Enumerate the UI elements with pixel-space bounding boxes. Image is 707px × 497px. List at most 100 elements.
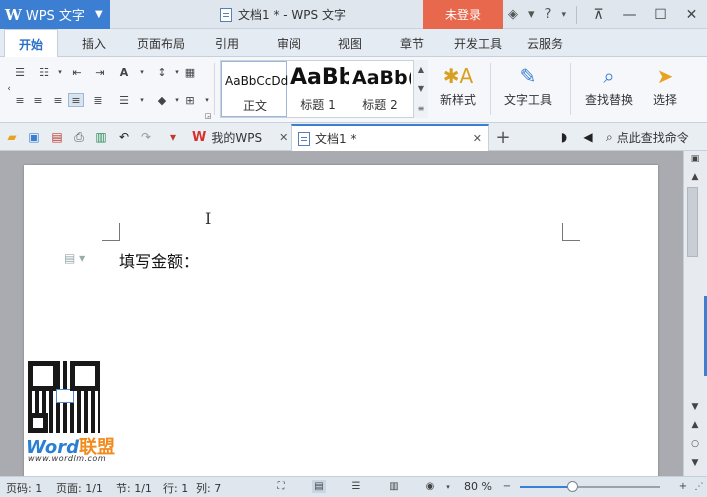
- tab-cloud[interactable]: 云服务: [527, 29, 563, 57]
- tab-my-wps[interactable]: W 我的WPS ✕: [186, 124, 294, 151]
- page-view-icon[interactable]: ▤: [312, 480, 326, 493]
- save-icon[interactable]: ▣: [26, 129, 42, 145]
- tab-references[interactable]: 引用: [215, 29, 239, 57]
- margin-corner-top-right: [562, 223, 580, 241]
- tab-home[interactable]: 开始: [4, 29, 59, 58]
- new-style-icon: ✱A: [442, 64, 474, 88]
- find-replace-label: 查找替换: [584, 93, 633, 107]
- scroll-up-icon[interactable]: ▲: [418, 65, 424, 74]
- zoom-knob[interactable]: [567, 481, 578, 492]
- increase-indent-icon[interactable]: ⇥: [92, 65, 108, 79]
- maximize-icon[interactable]: ☐: [645, 0, 676, 29]
- scroll-up-icon[interactable]: ▲: [688, 171, 702, 183]
- doc-stat-icon[interactable]: ◗: [556, 129, 572, 145]
- scroll-thumb[interactable]: [687, 187, 698, 257]
- export-pdf-icon[interactable]: ▤: [49, 129, 65, 145]
- close-icon[interactable]: ✕: [473, 132, 482, 145]
- flag-icon[interactable]: ◀: [580, 129, 596, 145]
- new-style-label: 新样式: [439, 93, 476, 107]
- justify-icon[interactable]: ≡: [68, 93, 84, 107]
- search-command[interactable]: ⌕ 点此查找命令: [606, 123, 689, 151]
- ribbon-home: ‹ ☰ ☷ ▾ ⇤ ⇥ A ▾ ↕ ▾ ▦ ≡ ≡ ≡ ≡ ≣ ☰ ▾ ◆ ▾ …: [0, 57, 707, 123]
- shirt-icon[interactable]: ▾: [528, 7, 535, 22]
- tab-review[interactable]: 审阅: [277, 29, 301, 57]
- text-tools-button[interactable]: ✎ 文字工具: [496, 61, 560, 117]
- select-browse-icon[interactable]: ○: [688, 438, 702, 450]
- customize-icon[interactable]: ▾: [165, 129, 181, 145]
- resize-grip-icon[interactable]: ⋰: [692, 480, 706, 493]
- minimize-icon[interactable]: —: [614, 0, 645, 29]
- document-text[interactable]: 填写金额：: [119, 248, 199, 272]
- line-spacing-chevron-icon[interactable]: ▾: [134, 93, 150, 107]
- close-icon[interactable]: ✕: [279, 131, 288, 144]
- shading-icon[interactable]: ◆: [154, 93, 170, 107]
- divider: [570, 63, 571, 115]
- undo-icon[interactable]: ↶: [116, 129, 132, 145]
- table-icon[interactable]: ▦: [182, 65, 198, 79]
- numbering-icon[interactable]: ☷: [36, 65, 52, 79]
- select-label: 选择: [652, 93, 677, 107]
- style-heading-1[interactable]: AaBb 标题 1: [287, 61, 349, 117]
- find-replace-button[interactable]: ⌕ 查找替换: [578, 61, 640, 117]
- scroll-down-icon[interactable]: ▼: [418, 84, 424, 93]
- select-button[interactable]: ➤ 选择: [644, 61, 686, 117]
- zoom-out-icon[interactable]: −: [500, 480, 514, 493]
- zoom-level[interactable]: 80 %: [464, 480, 492, 493]
- close-icon[interactable]: ✕: [676, 0, 707, 29]
- document-page[interactable]: I ▤ ▾ 填写金额： Word联盟 www.wordlm.com: [24, 165, 658, 476]
- zoom-slider[interactable]: [520, 481, 660, 492]
- document-icon: [298, 131, 310, 146]
- eye-protection-icon[interactable]: ◉: [423, 480, 437, 493]
- tab-chapter[interactable]: 章节: [400, 29, 424, 57]
- restore-panel-icon[interactable]: ⊼: [583, 0, 614, 29]
- sort-icon[interactable]: ↕: [154, 65, 170, 79]
- style-heading-2[interactable]: AaBb( 标题 2: [349, 61, 411, 117]
- eye-protection-chevron-icon[interactable]: ▾: [441, 480, 455, 493]
- new-style-button[interactable]: ✱A 新样式: [432, 61, 484, 117]
- distributed-icon[interactable]: ≣: [90, 93, 106, 107]
- bullets-icon[interactable]: ☰: [12, 65, 28, 79]
- more-icon[interactable]: ≡: [418, 104, 425, 113]
- tab-insert[interactable]: 插入: [82, 29, 106, 57]
- title-bar: W WPS 文字 ▼ 文档1 * - WPS 文字 未登录 ◈ ▾ ? ▾ ⊼ …: [0, 0, 707, 29]
- new-tab-icon[interactable]: +: [495, 127, 511, 148]
- borders-icon[interactable]: ⊞: [182, 93, 198, 107]
- tab-view[interactable]: 视图: [338, 29, 362, 57]
- redo-icon[interactable]: ↷: [138, 129, 154, 145]
- tab-developer[interactable]: 开发工具: [454, 29, 502, 57]
- text-cursor-icon: I: [205, 209, 212, 228]
- styles-scroll[interactable]: ▲ ▼ ≡: [413, 60, 428, 118]
- help-chevron-icon[interactable]: ▾: [561, 10, 566, 20]
- print-icon[interactable]: ⎙: [71, 129, 87, 145]
- outline-view-icon[interactable]: ☰: [349, 480, 363, 493]
- align-left-icon[interactable]: ≡: [12, 93, 28, 107]
- paragraph-layout-icon[interactable]: ▤ ▾: [64, 251, 85, 265]
- zoom-in-icon[interactable]: +: [676, 480, 690, 493]
- split-view-icon[interactable]: ▣: [688, 153, 702, 165]
- next-page-icon[interactable]: ▼: [688, 457, 702, 469]
- tab-document-1[interactable]: 文档1 * ✕: [291, 124, 489, 151]
- open-folder-icon[interactable]: ▰: [4, 129, 20, 145]
- vertical-scrollbar[interactable]: ▣ ▲ ▼ ▲ ○ ▼: [683, 151, 707, 476]
- help-icon[interactable]: ?: [545, 7, 552, 22]
- window-controls: ⊼ — ☐ ✕: [583, 0, 707, 29]
- reading-view-icon[interactable]: ▥: [387, 480, 401, 493]
- skin-icon[interactable]: ◈: [508, 7, 518, 22]
- line-spacing-icon[interactable]: ☰: [116, 93, 132, 107]
- previous-page-icon[interactable]: ▲: [688, 419, 702, 431]
- style-normal[interactable]: AaBbCcDd 正文: [221, 61, 288, 117]
- app-menu-button[interactable]: W WPS 文字 ▼: [0, 0, 110, 29]
- status-row: 行: 1: [163, 482, 189, 495]
- text-effects-chevron-icon[interactable]: ▾: [134, 65, 150, 79]
- text-effects-icon[interactable]: A: [116, 65, 132, 79]
- tab-page-layout[interactable]: 页面布局: [137, 29, 185, 57]
- borders-chevron-icon[interactable]: ▾: [199, 93, 215, 107]
- align-right-icon[interactable]: ≡: [50, 93, 66, 107]
- numbering-chevron-icon[interactable]: ▾: [52, 65, 68, 79]
- full-screen-icon[interactable]: ⛶: [274, 480, 288, 493]
- align-center-icon[interactable]: ≡: [30, 93, 46, 107]
- print-preview-icon[interactable]: ▥: [93, 129, 109, 145]
- login-button[interactable]: 未登录: [423, 0, 503, 29]
- scroll-down-icon[interactable]: ▼: [688, 401, 702, 413]
- decrease-indent-icon[interactable]: ⇤: [69, 65, 85, 79]
